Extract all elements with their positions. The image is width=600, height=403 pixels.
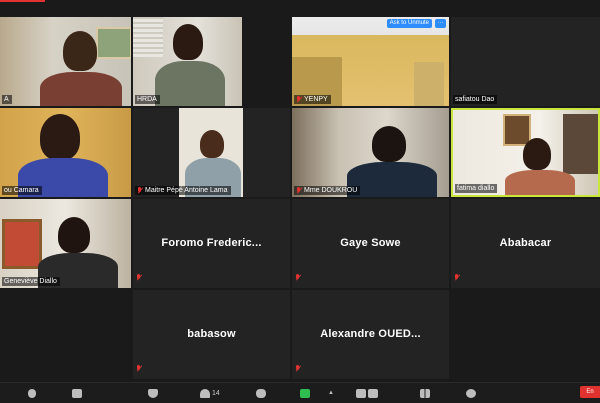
- participant-tile-yenpy[interactable]: Ask to Unmute ··· YENPY: [292, 17, 449, 106]
- participant-tile-foromo[interactable]: Foromo Frederic...: [133, 199, 290, 288]
- participant-name-label: ou Camara: [2, 186, 42, 195]
- muted-mic-icon: [295, 365, 301, 372]
- participant-display-name: Foromo Frederic...: [161, 237, 262, 249]
- participant-tile-babasow[interactable]: babasow: [133, 290, 290, 379]
- participant-tile-ababacar[interactable]: Ababacar: [451, 199, 600, 288]
- participant-tile-a[interactable]: A: [0, 17, 131, 106]
- participant-display-name: babasow: [187, 328, 236, 340]
- participant-name-label: YENPY: [294, 95, 331, 104]
- more-options-button[interactable]: ···: [435, 19, 446, 28]
- participant-name-label: Mme DOUKROU: [294, 186, 361, 195]
- participant-tile-camara[interactable]: ou Camara: [0, 108, 131, 197]
- audio-button[interactable]: [28, 387, 36, 399]
- participant-display-name: Alexandre OUED...: [320, 328, 421, 340]
- participant-name-label: Maitre Pépé Antoine Lama: [135, 186, 231, 195]
- participant-tile-fatima-active-speaker[interactable]: fatima diallo: [451, 108, 600, 197]
- participant-tile-doukrou[interactable]: Mme DOUKROU: [292, 108, 449, 197]
- participant-display-name: Ababacar: [499, 237, 552, 249]
- security-button[interactable]: [148, 387, 158, 399]
- participant-display-name: Gaye Sowe: [340, 237, 401, 249]
- end-meeting-button[interactable]: En: [580, 386, 600, 398]
- apps-grid-icon: [420, 388, 430, 398]
- participant-tile-pepe[interactable]: Maitre Pépé Antoine Lama: [133, 108, 290, 197]
- participant-tile-safiatou[interactable]: safiatou Dao: [451, 17, 600, 106]
- gallery-view: A HRDA Ask to Unmute ··· YENPY safiatou …: [0, 0, 600, 383]
- participant-tile-genevieve[interactable]: Geneviève Diallo: [0, 199, 131, 288]
- muted-mic-icon: [454, 274, 460, 281]
- participant-name-label: fatima diallo: [455, 184, 498, 193]
- share-options-button[interactable]: ▲: [328, 387, 334, 399]
- video-camera-icon: [72, 388, 82, 398]
- video-button[interactable]: [72, 387, 82, 399]
- muted-mic-icon: [296, 187, 302, 194]
- muted-mic-icon: [296, 96, 302, 103]
- chat-button[interactable]: [256, 387, 266, 399]
- meeting-toolbar: 14 ▲ En: [0, 382, 600, 403]
- record-button[interactable]: [356, 387, 378, 399]
- participant-name-label: A: [2, 95, 12, 104]
- participant-name-label: safiatou Dao: [453, 95, 498, 104]
- muted-mic-icon: [137, 187, 143, 194]
- participants-count: 14: [212, 389, 220, 397]
- reaction-icon: [466, 388, 476, 398]
- ask-to-unmute-button[interactable]: Ask to Unmute: [386, 19, 432, 28]
- participant-name-label: HRDA: [135, 95, 160, 104]
- muted-mic-icon: [136, 365, 142, 372]
- microphone-icon: [28, 388, 36, 398]
- participant-name-label: Geneviève Diallo: [2, 277, 60, 286]
- apps-button[interactable]: [420, 387, 430, 399]
- participant-tile-alexandre[interactable]: Alexandre OUED...: [292, 290, 449, 379]
- chat-bubble-icon: [256, 388, 266, 398]
- participant-tile-gaye[interactable]: Gaye Sowe: [292, 199, 449, 288]
- share-screen-button[interactable]: [300, 387, 310, 399]
- participants-icon: [200, 388, 210, 398]
- share-screen-icon: [300, 388, 310, 398]
- reactions-button[interactable]: [466, 387, 476, 399]
- participants-button[interactable]: 14: [200, 387, 220, 399]
- record-icon: [356, 388, 366, 398]
- muted-mic-icon: [136, 274, 142, 281]
- play-icon: [368, 388, 378, 398]
- chevron-up-icon: ▲: [328, 390, 334, 396]
- shield-icon: [148, 388, 158, 398]
- participant-tile-hrda[interactable]: HRDA: [133, 17, 242, 106]
- muted-mic-icon: [295, 274, 301, 281]
